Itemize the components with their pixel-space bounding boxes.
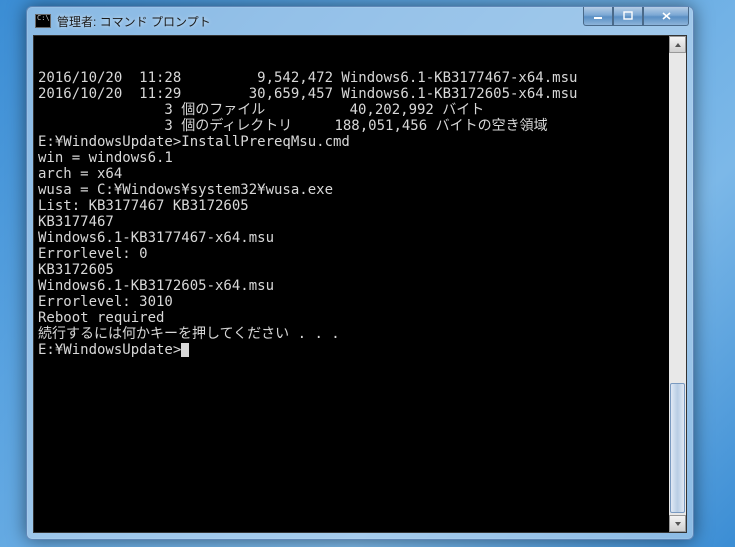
- console-line: 3 個のディレクトリ 188,051,456 バイトの空き領域: [38, 118, 682, 134]
- console-area[interactable]: 2016/10/20 11:28 9,542,472 Windows6.1-KB…: [33, 35, 687, 533]
- console-line: 3 個のファイル 40,202,992 バイト: [38, 102, 682, 118]
- cursor: [181, 343, 189, 357]
- scroll-track[interactable]: [669, 53, 686, 515]
- scroll-thumb[interactable]: [670, 383, 685, 513]
- console-line: KB3172605: [38, 262, 682, 278]
- console-line: Errorlevel: 3010: [38, 294, 682, 310]
- close-button[interactable]: [643, 7, 689, 26]
- vertical-scrollbar[interactable]: [669, 36, 686, 532]
- console-output: 2016/10/20 11:28 9,542,472 Windows6.1-KB…: [38, 70, 682, 358]
- console-line: Errorlevel: 0: [38, 246, 682, 262]
- console-line: 2016/10/20 11:28 9,542,472 Windows6.1-KB…: [38, 70, 682, 86]
- console-line: Windows6.1-KB3177467-x64.msu: [38, 230, 682, 246]
- command-prompt-window: 管理者: コマンド プロンプト 2016/10/20 11:28 9,542,4…: [26, 6, 694, 540]
- console-line: wusa = C:¥Windows¥system32¥wusa.exe: [38, 182, 682, 198]
- console-line: arch = x64: [38, 166, 682, 182]
- titlebar[interactable]: 管理者: コマンド プロンプト: [27, 7, 693, 35]
- console-line: E:¥WindowsUpdate>: [38, 342, 682, 358]
- minimize-button[interactable]: [583, 7, 613, 26]
- scroll-down-button[interactable]: [669, 515, 686, 532]
- console-line: 続行するには何かキーを押してください . . .: [38, 326, 682, 342]
- cmd-icon: [35, 14, 51, 28]
- scroll-up-button[interactable]: [669, 36, 686, 53]
- console-line: 2016/10/20 11:29 30,659,457 Windows6.1-K…: [38, 86, 682, 102]
- console-line: List: KB3177467 KB3172605: [38, 198, 682, 214]
- console-line: Reboot required: [38, 310, 682, 326]
- console-line: Windows6.1-KB3172605-x64.msu: [38, 278, 682, 294]
- window-controls: [583, 7, 689, 26]
- console-line: E:¥WindowsUpdate>InstallPrereqMsu.cmd: [38, 134, 682, 150]
- console-line: KB3177467: [38, 214, 682, 230]
- window-title: 管理者: コマンド プロンプト: [57, 13, 211, 30]
- console-line: win = windows6.1: [38, 150, 682, 166]
- maximize-button[interactable]: [613, 7, 643, 26]
